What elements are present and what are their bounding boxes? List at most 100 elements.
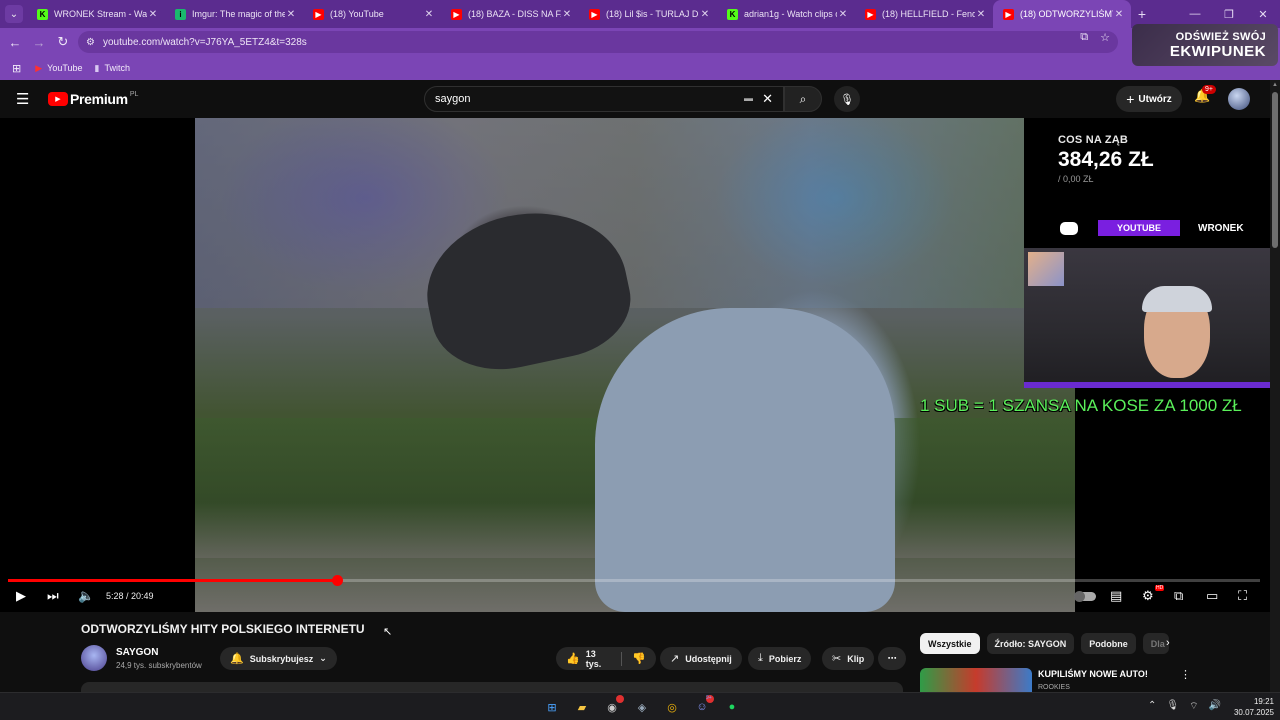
autoplay-toggle[interactable] — [1074, 591, 1096, 602]
obs-icon[interactable]: ◉ — [602, 695, 624, 717]
browser-tab[interactable]: i Imgur: The magic of the I ✕ — [165, 0, 303, 28]
volume-icon[interactable]: 🔈 — [78, 588, 94, 604]
dislike-button[interactable]: 👎 — [622, 647, 656, 670]
voice-search-button[interactable]: 🎙 — [834, 86, 860, 112]
close-tab-icon[interactable]: ✕ — [837, 9, 849, 20]
site-info-icon[interactable]: ⚙ — [86, 37, 95, 48]
refresh-inventory-overlay[interactable]: ODŚWIEŻ SWÓJ EKWIPUNEK — [1132, 24, 1278, 66]
back-icon[interactable]: ← — [3, 35, 27, 50]
close-tab-icon[interactable]: ✕ — [975, 9, 987, 20]
like-button[interactable]: 👍 13 tys. — [556, 647, 621, 670]
chip-for-you[interactable]: Dla — [1142, 633, 1169, 654]
chip-all[interactable]: Wszystkie — [920, 633, 980, 654]
miniplayer-icon[interactable]: ⧉ — [1174, 588, 1183, 604]
chip-similar[interactable]: Podobne — [1081, 633, 1136, 654]
tray-chevron-up-icon[interactable]: ⌃ — [1148, 700, 1156, 713]
recommended-title[interactable]: KUPILIŚMY NOWE AUTO! — [1038, 669, 1148, 679]
more-vertical-icon[interactable]: ⋮ — [1180, 668, 1191, 681]
chrome-icon[interactable]: ◎ — [662, 697, 682, 717]
subscribed-button[interactable]: 🔔 Subskrybujesz ⌄ — [220, 647, 337, 670]
more-actions-button[interactable]: ⋯ — [878, 647, 906, 670]
video-player[interactable]: COS NA ZĄB 384,26 ZŁ / 0,00 ZŁ YOUTUBE W… — [0, 118, 1270, 612]
browser-tab[interactable]: ▶ (18) Lil $is - TURLAJ DROB✕ — [579, 0, 717, 28]
tab-title: Imgur: The magic of the I — [192, 9, 285, 19]
notification-badge: 9+ — [1202, 85, 1216, 94]
tab-title: WRONEK Stream - Watch — [54, 9, 147, 19]
clip-button[interactable]: ✂ Klip — [822, 647, 875, 670]
scrubber-handle[interactable] — [331, 575, 343, 586]
apps-grid-icon[interactable]: ⊞ — [12, 62, 21, 75]
clock[interactable]: 19:21 30.07.2025 — [1228, 696, 1274, 718]
bookmark-youtube[interactable]: ▶ YouTube — [35, 63, 82, 74]
chip-source-channel[interactable]: Źródło: SAYGON — [986, 633, 1075, 654]
close-tab-icon[interactable]: ✕ — [1113, 9, 1125, 20]
bookmark-star-icon[interactable]: ☆ — [1100, 31, 1110, 44]
graffiti-wall — [195, 118, 1075, 308]
search-button[interactable]: ⌕ — [784, 86, 822, 112]
close-tab-icon[interactable]: ✕ — [561, 9, 573, 20]
subtitles-icon[interactable]: ▤ — [1110, 588, 1122, 604]
browser-tab[interactable]: ▶ (18) BAZA - DISS NA FAZ✕ — [441, 0, 579, 28]
clear-search-icon[interactable]: ✕ — [762, 91, 773, 107]
create-label: Utwórz — [1138, 93, 1172, 105]
settings-gear-icon[interactable]: ⚙ — [1142, 588, 1154, 604]
notifications-button[interactable]: 🔔 9+ — [1194, 85, 1216, 104]
windows-start-icon[interactable]: ⊞ — [542, 697, 562, 717]
page-scrollbar[interactable]: ▲ — [1270, 80, 1280, 692]
browser-tab[interactable]: Kadrian1g - Watch clips on ✕ — [717, 0, 855, 28]
close-window-icon[interactable]: ✕ — [1246, 8, 1280, 21]
share-button[interactable]: ↗ Udostępnij — [660, 647, 742, 670]
close-tab-icon[interactable]: ✕ — [699, 9, 711, 20]
imgur-icon: i — [175, 8, 186, 20]
close-tab-icon[interactable]: ✕ — [285, 9, 297, 20]
close-tab-icon[interactable]: ✕ — [147, 9, 159, 20]
youtube-icon: ▶ — [313, 8, 324, 20]
youtube-premium-logo[interactable]: ▶ Premium PL — [48, 91, 138, 107]
next-video-icon[interactable]: ⏭ — [47, 588, 59, 604]
restore-icon[interactable]: ❐ — [1212, 8, 1246, 21]
tab-search-icon[interactable]: ⌄ — [5, 5, 23, 23]
scroll-up-icon[interactable]: ▲ — [1272, 82, 1278, 88]
keyboard-icon[interactable]: ▬ — [744, 93, 753, 103]
search-input[interactable]: saygon ▬ ✕ — [424, 86, 784, 112]
theater-mode-icon[interactable]: ▭ — [1206, 588, 1218, 604]
browser-tab[interactable]: ▶ (18) YouTube ✕ — [303, 0, 441, 28]
bookmark-twitch[interactable]: ▮ Twitch — [95, 63, 130, 74]
bookmark-label: YouTube — [47, 63, 83, 73]
bookmark-label: Twitch — [104, 63, 130, 73]
giveaway-banner: 1 SUB = 1 SZANSA NA KOSE ZA 1000 ZŁ — [920, 396, 1242, 415]
reload-icon[interactable]: ↻ — [51, 34, 75, 50]
forward-icon[interactable]: → — [27, 35, 51, 50]
like-count: 13 tys. — [585, 648, 602, 669]
steam-icon[interactable]: ◈ — [632, 697, 652, 717]
install-app-icon[interactable]: ⧉ — [1080, 31, 1088, 44]
minimize-icon[interactable]: — — [1178, 8, 1212, 20]
speaker-icon[interactable]: 🔊 — [1209, 700, 1221, 713]
browser-tab[interactable]: K WRONEK Stream - Watch✕ — [27, 0, 165, 28]
download-button[interactable]: ⤓ Pobierz — [748, 647, 812, 670]
file-explorer-icon[interactable]: ▰ — [572, 697, 592, 717]
account-avatar[interactable] — [1228, 88, 1250, 110]
fullscreen-icon[interactable]: ⛶ — [1238, 588, 1247, 604]
spotify-icon[interactable]: ● — [722, 697, 742, 717]
recommended-thumbnail[interactable] — [920, 668, 1032, 692]
description-box[interactable] — [81, 682, 903, 692]
menu-icon[interactable]: ☰ — [16, 90, 29, 108]
browser-tab[interactable]: ▶ (18) HELLFIELD - Fendi (O✕ — [855, 0, 993, 28]
create-button[interactable]: + Utwórz — [1116, 86, 1182, 112]
address-bar[interactable]: ⚙ youtube.com/watch?v=J76YA_5ETZ4&t=328s — [78, 31, 1118, 53]
browser-tab[interactable]: ▶ (18) ODTWORZYLIŚMY HI✕ — [993, 0, 1131, 28]
discord-icon[interactable]: ☺ 9+ — [692, 695, 714, 717]
microphone-icon[interactable]: 🎙 — [1166, 700, 1179, 713]
headphones — [1142, 286, 1212, 312]
close-tab-icon[interactable]: ✕ — [423, 9, 435, 20]
network-icon[interactable]: ⌔ — [1189, 700, 1198, 713]
channel-avatar[interactable] — [81, 645, 107, 671]
progress-bar[interactable] — [8, 575, 1260, 586]
overlay-line-2: EKWIPUNEK — [1169, 42, 1266, 60]
play-icon[interactable]: ▶ — [16, 588, 26, 604]
scrollbar-thumb[interactable] — [1272, 92, 1278, 248]
chevron-right-icon[interactable]: › — [1166, 637, 1170, 649]
channel-name[interactable]: SAYGON — [116, 647, 158, 658]
new-tab-button[interactable]: + — [1131, 6, 1153, 22]
